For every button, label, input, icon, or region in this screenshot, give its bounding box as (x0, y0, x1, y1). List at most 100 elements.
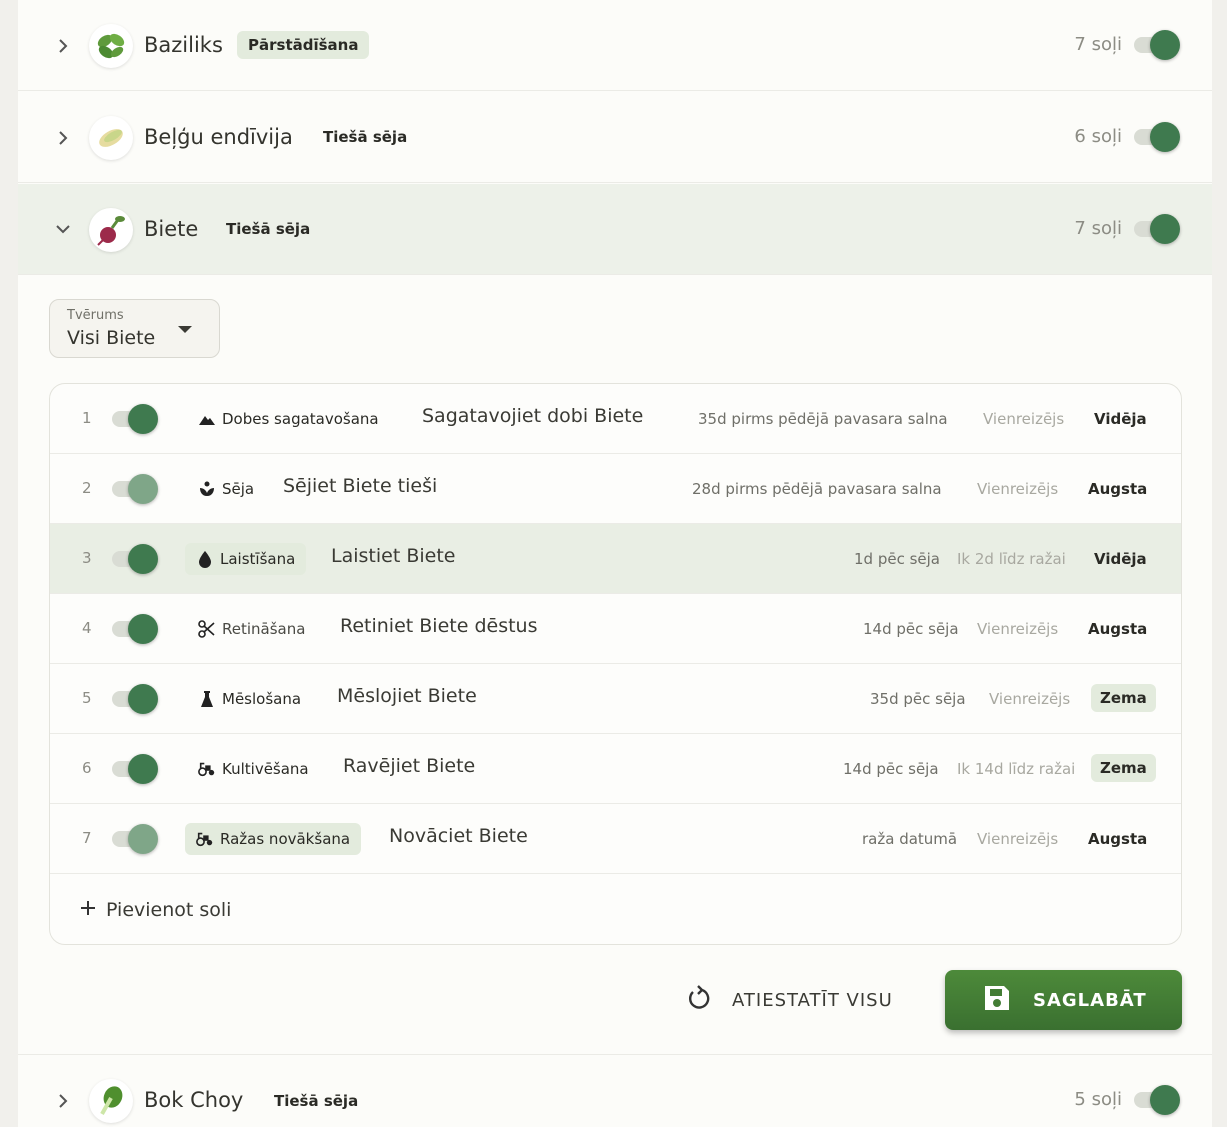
step-title: Laistiet Biete (331, 545, 456, 567)
tractor-icon (196, 830, 214, 848)
step-row[interactable]: 7 Ražas novākšana Novāciet Biete raža da… (50, 804, 1181, 874)
step-priority: Zema (1091, 754, 1156, 782)
step-priority: Augsta (1088, 620, 1148, 638)
step-number: 1 (82, 409, 92, 427)
step-type-label: Sēja (222, 480, 255, 498)
steps-card: 1 Dobes sagatavošana Sagatavojiet dobi B… (49, 383, 1182, 945)
floppy-disk-icon (983, 984, 1011, 1017)
step-number: 4 (82, 619, 92, 637)
crop-row-bok-choy[interactable]: Bok Choy Tiešā sēja 5 soļi (18, 1054, 1212, 1127)
step-timing: 1d pēc sēja (854, 550, 941, 568)
step-title: Novāciet Biete (389, 825, 528, 847)
bok-choy-icon (89, 1079, 133, 1123)
sprout-icon (198, 480, 216, 498)
caret-down-icon (178, 326, 192, 333)
crop-toggle[interactable] (1134, 122, 1182, 152)
crop-name: Bok Choy (144, 1088, 244, 1112)
step-timing: 35d pirms pēdējā pavasara salna (698, 410, 948, 428)
step-row[interactable]: 1 Dobes sagatavošana Sagatavojiet dobi B… (50, 384, 1181, 454)
scope-select[interactable]: Tvērums Visi Biete (49, 299, 220, 358)
crop-row-belgu-endivija[interactable]: Beļģu endīvija Tiešā sēja 6 soļi (18, 92, 1212, 183)
step-row[interactable]: 5 Mēslošana Mēslojiet Biete 35d pēc sēja… (50, 664, 1181, 734)
step-row[interactable]: 6 Kultivēšana Ravējiet Biete 14d pēc sēj… (50, 734, 1181, 804)
step-frequency: Vienreizējs (977, 620, 1059, 638)
step-type-label: Mēslošana (222, 690, 302, 708)
reset-label: ATIESTATĪT VISU (732, 990, 893, 1011)
step-frequency: Vienreizējs (989, 690, 1071, 708)
step-title: Mēslojiet Biete (337, 685, 477, 707)
step-type-tag: Ražas novākšana (185, 823, 362, 855)
step-frequency: Vienreizējs (983, 410, 1065, 428)
step-toggle[interactable] (112, 404, 160, 434)
reset-all-button[interactable]: ATIESTATĪT VISU (684, 984, 893, 1017)
water-drop-icon (196, 550, 214, 568)
scope-value: Visi Biete (67, 327, 156, 349)
plus-icon (80, 899, 96, 921)
step-type-tag: Sēja (187, 473, 265, 505)
step-type-tag: Kultivēšana (187, 753, 320, 785)
step-title: Sējiet Biete tieši (283, 475, 438, 497)
crop-row-biete[interactable]: Biete Tiešā sēja 7 soļi (18, 184, 1212, 275)
step-type-label: Kultivēšana (222, 760, 309, 778)
step-timing: 35d pēc sēja (870, 690, 966, 708)
step-row[interactable]: 3 Laistīšana Laistiet Biete 1d pēc sēja … (50, 524, 1181, 594)
step-toggle[interactable] (112, 474, 160, 504)
scissors-icon (198, 620, 216, 638)
mountain-icon (198, 410, 216, 428)
crop-name: Biete (144, 217, 199, 241)
step-toggle[interactable] (112, 754, 160, 784)
step-type-label: Dobes sagatavošana (222, 410, 379, 428)
beet-icon (89, 208, 133, 252)
step-priority: Vidēja (1094, 550, 1147, 568)
step-row[interactable]: 4 Retināšana Retiniet Biete dēstus 14d p… (50, 594, 1181, 664)
steps-count: 7 soļi (1074, 34, 1122, 55)
crop-toggle[interactable] (1134, 214, 1182, 244)
crop-toggle[interactable] (1134, 1085, 1182, 1115)
step-timing: 14d pēc sēja (843, 760, 939, 778)
step-row[interactable]: 2 Sēja Sējiet Biete tieši 28d pirms pēdē… (50, 454, 1181, 524)
step-number: 5 (82, 689, 92, 707)
basil-icon (89, 24, 133, 68)
crop-list-panel: Baziliks Pārstādīšana 7 soļi Beļģu endīv… (18, 0, 1212, 1127)
steps-count: 5 soļi (1074, 1089, 1122, 1110)
step-type-label: Retināšana (222, 620, 306, 638)
crop-row-baziliks[interactable]: Baziliks Pārstādīšana 7 soļi (18, 0, 1212, 91)
step-frequency: Vienreizējs (977, 480, 1059, 498)
reset-icon (684, 984, 712, 1017)
step-title: Sagatavojiet dobi Biete (422, 405, 644, 427)
step-number: 7 (82, 829, 92, 847)
step-title: Retiniet Biete dēstus (340, 615, 538, 637)
step-timing: 28d pirms pēdējā pavasara salna (692, 480, 942, 498)
chevron-right-icon[interactable] (54, 1092, 72, 1110)
step-type-tag: Laistīšana (185, 543, 307, 575)
step-number: 2 (82, 479, 92, 497)
chevron-down-icon[interactable] (54, 220, 72, 238)
step-frequency: Ik 14d līdz ražai (957, 760, 1076, 778)
step-priority: Augsta (1088, 830, 1148, 848)
save-button[interactable]: SAGLABĀT (945, 970, 1182, 1030)
scope-label: Tvērums (67, 308, 124, 323)
step-timing: raža datumā (862, 830, 958, 848)
steps-count: 6 soļi (1074, 126, 1122, 147)
add-step-label: Pievienot soli (106, 899, 232, 921)
chevron-right-icon[interactable] (54, 129, 72, 147)
chevron-right-icon[interactable] (54, 37, 72, 55)
step-frequency: Vienreizējs (977, 830, 1059, 848)
add-step-button[interactable]: Pievienot soli (80, 899, 231, 921)
crop-toggle[interactable] (1134, 30, 1182, 60)
crop-name: Beļģu endīvija (144, 125, 293, 149)
sowing-method-badge: Tiešā sēja (274, 1092, 359, 1110)
step-toggle[interactable] (112, 614, 160, 644)
sowing-method-badge: Tiešā sēja (323, 128, 408, 146)
step-type-tag: Mēslošana (187, 683, 312, 715)
steps-count: 7 soļi (1074, 218, 1122, 239)
step-toggle[interactable] (112, 544, 160, 574)
step-toggle[interactable] (112, 684, 160, 714)
step-type-tag: Dobes sagatavošana (187, 403, 390, 435)
step-priority: Vidēja (1094, 410, 1147, 428)
step-priority: Zema (1091, 684, 1156, 712)
step-frequency: Ik 2d līdz ražai (957, 550, 1066, 568)
step-number: 3 (82, 549, 92, 567)
step-toggle[interactable] (112, 824, 160, 854)
step-title: Ravējiet Biete (343, 755, 476, 777)
